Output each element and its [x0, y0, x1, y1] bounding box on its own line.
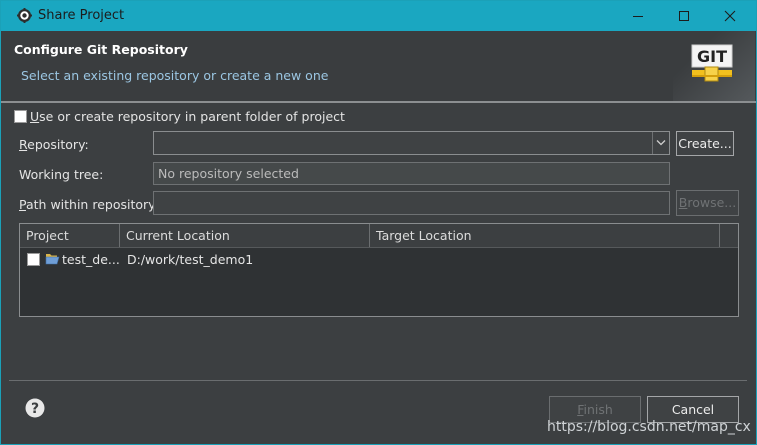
- footer-separator: [9, 380, 747, 381]
- header-banner: GIT: [673, 31, 755, 101]
- watermark-text: https://blog.csdn.net/map_cx: [547, 419, 751, 435]
- minimize-icon: [633, 16, 643, 17]
- working-tree-label: Working tree:: [19, 167, 104, 182]
- title-bar[interactable]: Share Project: [1, 1, 756, 31]
- use-parent-folder-label-rest: se or create repository in parent folder…: [39, 109, 345, 124]
- path-within-repository-label: Path within repository:: [19, 197, 159, 212]
- repository-combo[interactable]: [153, 131, 670, 155]
- wizard-header: Configure Git Repository Select an exist…: [1, 31, 756, 101]
- use-parent-folder-label[interactable]: Use or create repository in parent folde…: [30, 109, 345, 124]
- window-title: Share Project: [38, 8, 125, 23]
- table-row[interactable]: test_de... D:/work/test_demo1: [20, 248, 738, 270]
- column-header-target-location[interactable]: Target Location: [370, 224, 720, 247]
- git-logo-text: GIT: [697, 47, 727, 66]
- repository-label: Repository:: [19, 137, 89, 152]
- eclipse-gear-icon: [17, 8, 32, 23]
- projects-table[interactable]: Project Current Location Target Location…: [19, 223, 739, 317]
- row-project-name: test_de...: [62, 252, 120, 267]
- working-tree-field: No repository selected: [153, 162, 670, 185]
- close-icon: [724, 10, 736, 22]
- column-header-current-location[interactable]: Current Location: [120, 224, 370, 247]
- table-header: Project Current Location Target Location: [20, 224, 738, 248]
- browse-button[interactable]: Browse...: [676, 190, 739, 216]
- svg-text:?: ?: [31, 401, 39, 417]
- minimize-button[interactable]: [615, 1, 661, 31]
- share-project-dialog: Share Project Configure Git Repository S…: [0, 0, 757, 445]
- repository-dropdown-arrow[interactable]: [652, 132, 669, 154]
- git-logo-icon: GIT: [691, 44, 733, 82]
- help-icon[interactable]: ?: [25, 398, 45, 418]
- page-title: Configure Git Repository: [14, 42, 188, 57]
- column-header-project[interactable]: Project: [20, 224, 120, 247]
- header-separator: [1, 101, 756, 103]
- path-within-repository-input[interactable]: [153, 191, 670, 215]
- close-button[interactable]: [707, 1, 753, 31]
- row-checkbox[interactable]: [27, 253, 40, 266]
- maximize-icon: [679, 11, 689, 21]
- row-current-location: D:/work/test_demo1: [127, 252, 254, 267]
- page-description: Select an existing repository or create …: [21, 68, 329, 83]
- create-repository-button[interactable]: Create...: [676, 131, 734, 156]
- maximize-button[interactable]: [661, 1, 707, 31]
- chevron-down-icon: [656, 140, 666, 146]
- folder-open-icon: [45, 254, 60, 265]
- use-parent-folder-checkbox[interactable]: [14, 110, 27, 123]
